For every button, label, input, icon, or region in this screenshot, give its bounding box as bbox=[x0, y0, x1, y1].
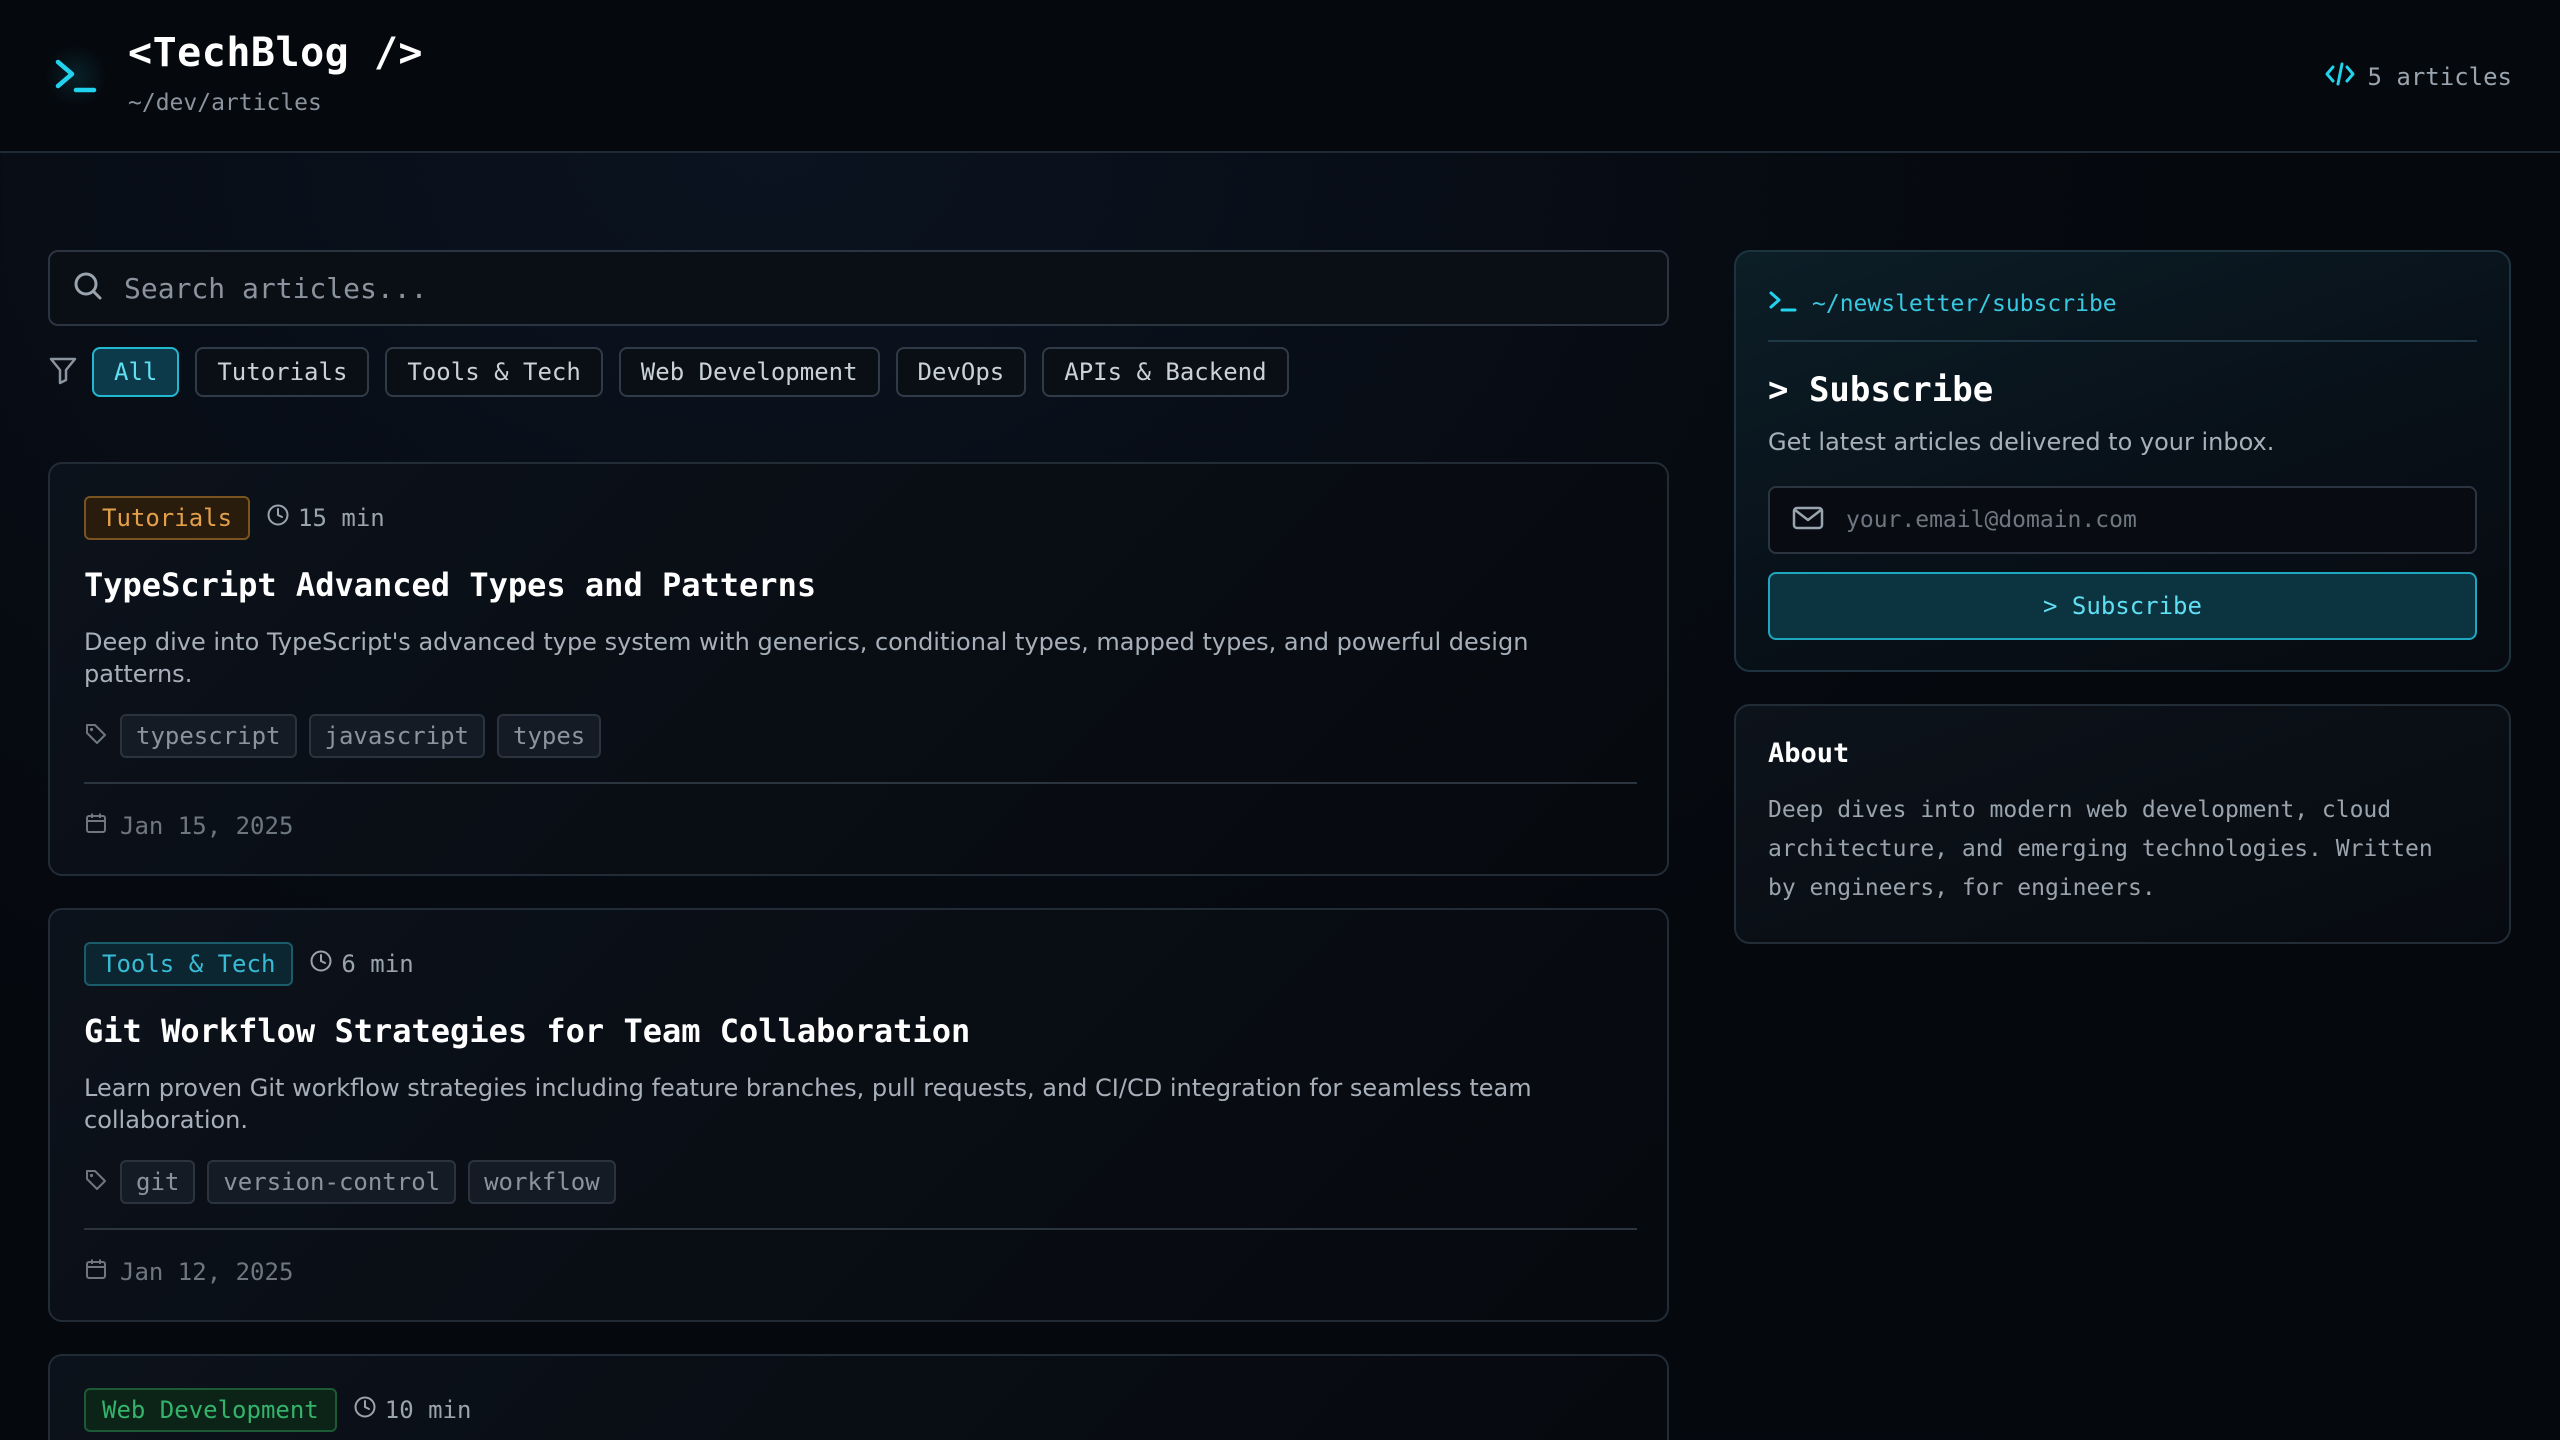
article-card[interactable]: Web Development 10 min bbox=[48, 1354, 1669, 1440]
article-card[interactable]: Tools & Tech 6 min Git Workflow Strategi… bbox=[48, 908, 1669, 1322]
tag[interactable]: javascript bbox=[308, 714, 485, 758]
tag-list: typescript javascript types bbox=[84, 714, 1633, 758]
article-description: Learn proven Git workflow strategies inc… bbox=[84, 1074, 1532, 1134]
tag-icon bbox=[84, 1168, 108, 1197]
clock-icon bbox=[266, 503, 290, 533]
tag[interactable]: types bbox=[497, 714, 602, 758]
article-count: 5 articles bbox=[2324, 60, 2513, 94]
newsletter-path-label: ~/newsletter/subscribe bbox=[1812, 291, 2117, 317]
subscribe-button[interactable]: > Subscribe bbox=[1768, 572, 2477, 640]
search-bar[interactable] bbox=[48, 250, 1669, 326]
terminal-logo-icon[interactable] bbox=[44, 44, 108, 108]
read-time: 15 min bbox=[266, 503, 385, 533]
about-text: Deep dives into modern web development, … bbox=[1768, 791, 2477, 908]
category-badge[interactable]: Web Development bbox=[84, 1388, 337, 1432]
read-time-label: 15 min bbox=[298, 504, 385, 532]
publish-date: Jan 12, 2025 bbox=[84, 1230, 1633, 1314]
search-input[interactable] bbox=[124, 271, 1667, 305]
read-time: 10 min bbox=[353, 1395, 472, 1425]
tag-list: git version-control workflow bbox=[84, 1160, 1633, 1204]
article-card[interactable]: Tutorials 15 min TypeScript Advanced Typ… bbox=[48, 462, 1669, 876]
newsletter-path: ~/newsletter/subscribe bbox=[1768, 284, 2477, 324]
read-time-label: 10 min bbox=[384, 1396, 472, 1424]
site-subtitle: ~/dev/articles bbox=[128, 90, 322, 116]
article-title[interactable]: TypeScript Advanced Types and Patterns bbox=[84, 566, 1633, 604]
about-text-line: Deep dives into modern web development, … bbox=[1768, 797, 2392, 823]
filter-chip-tutorials[interactable]: Tutorials bbox=[195, 347, 370, 397]
calendar-icon bbox=[84, 811, 108, 841]
newsletter-description: Get latest articles delivered to your in… bbox=[1768, 428, 2275, 456]
category-badge[interactable]: Tutorials bbox=[84, 496, 251, 540]
article-description: Deep dive into TypeScript's advanced typ… bbox=[84, 628, 1529, 688]
newsletter-title: > Subscribe bbox=[1768, 370, 1994, 410]
tag[interactable]: typescript bbox=[120, 714, 297, 758]
clock-icon bbox=[353, 1395, 377, 1425]
divider bbox=[1768, 340, 2477, 342]
about-panel: About Deep dives into modern web develop… bbox=[1734, 704, 2511, 944]
category-filters: All Tutorials Tools & Tech Web Developme… bbox=[48, 346, 1289, 398]
mail-icon bbox=[1792, 504, 1824, 537]
newsletter-panel: ~/newsletter/subscribe > Subscribe Get l… bbox=[1734, 250, 2511, 672]
search-icon bbox=[72, 270, 104, 307]
article-title[interactable]: Git Workflow Strategies for Team Collabo… bbox=[84, 1012, 1633, 1050]
category-badge[interactable]: Tools & Tech bbox=[84, 942, 294, 986]
publish-date: Jan 15, 2025 bbox=[84, 784, 1633, 868]
about-text-line: by engineers, for engineers. bbox=[1768, 875, 2156, 901]
about-text-line: architecture, and emerging technologies.… bbox=[1768, 836, 2433, 862]
site-title[interactable]: <TechBlog /> bbox=[128, 30, 423, 76]
tag[interactable]: workflow bbox=[468, 1160, 616, 1204]
calendar-icon bbox=[84, 1257, 108, 1287]
site-header: <TechBlog /> ~/dev/articles 5 articles bbox=[0, 0, 2560, 153]
terminal-icon bbox=[1768, 288, 1798, 320]
read-time-label: 6 min bbox=[341, 950, 414, 978]
clock-icon bbox=[309, 949, 333, 979]
filter-chip-apis-backend[interactable]: APIs & Backend bbox=[1042, 347, 1289, 397]
filter-chip-all[interactable]: All bbox=[92, 347, 180, 397]
about-title: About bbox=[1768, 738, 1850, 769]
publish-date-label: Jan 15, 2025 bbox=[120, 812, 294, 840]
filter-icon bbox=[48, 355, 78, 390]
publish-date-label: Jan 12, 2025 bbox=[120, 1258, 294, 1286]
filter-chip-web-development[interactable]: Web Development bbox=[618, 347, 880, 397]
article-count-label: 5 articles bbox=[2367, 63, 2513, 91]
email-input[interactable] bbox=[1846, 507, 2475, 533]
filter-chip-tools-tech[interactable]: Tools & Tech bbox=[385, 347, 603, 397]
tag-icon bbox=[84, 722, 108, 751]
email-field[interactable] bbox=[1768, 486, 2477, 554]
tag[interactable]: git bbox=[120, 1160, 196, 1204]
code-icon bbox=[2324, 60, 2356, 94]
filter-chip-devops[interactable]: DevOps bbox=[895, 347, 1027, 397]
read-time: 6 min bbox=[309, 949, 414, 979]
tag[interactable]: version-control bbox=[207, 1160, 457, 1204]
